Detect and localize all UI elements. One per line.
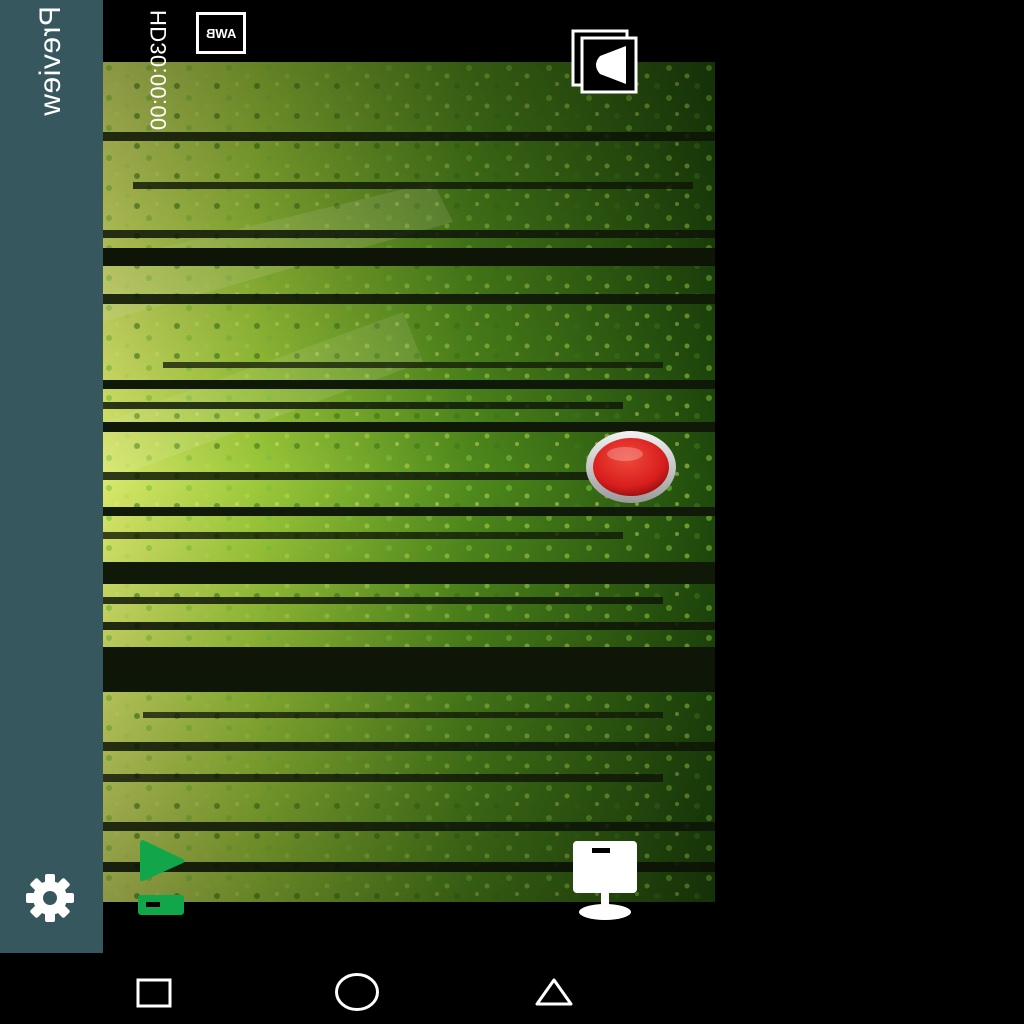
- record-icon: [586, 431, 676, 503]
- awb-button[interactable]: AWB: [196, 12, 246, 54]
- sidebar: Preview: [0, 0, 103, 953]
- system-nav-bar: [0, 953, 1024, 1024]
- gallery-button[interactable]: [570, 838, 642, 922]
- record-button[interactable]: [585, 430, 677, 504]
- square-icon: [136, 978, 172, 1008]
- camera-switch-button[interactable]: [570, 28, 640, 94]
- monitor-icon: [573, 841, 637, 920]
- circle-icon: [335, 973, 379, 1011]
- gear-icon: [26, 874, 74, 922]
- awb-label: AWB: [205, 25, 237, 41]
- recents-button[interactable]: [136, 978, 172, 1013]
- play-button[interactable]: [138, 838, 188, 920]
- resolution-timer-label: HD30:00:00: [146, 10, 171, 131]
- camera-switch-icon: [571, 29, 638, 94]
- settings-button[interactable]: [22, 870, 78, 926]
- play-icon: [138, 840, 185, 915]
- sidebar-title: Preview: [34, 6, 67, 117]
- triangle-icon: [535, 978, 573, 1006]
- back-button[interactable]: [534, 977, 574, 1012]
- home-button[interactable]: [334, 972, 380, 1017]
